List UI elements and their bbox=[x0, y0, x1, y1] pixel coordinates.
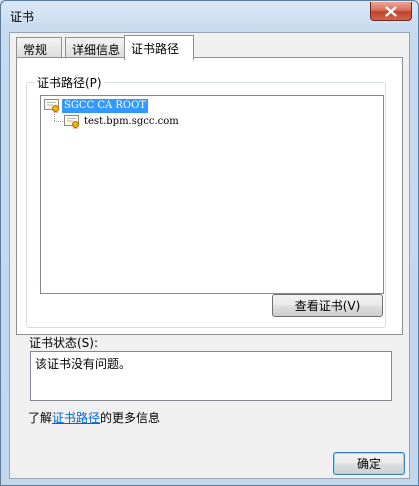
tab-details-label: 详细信息 bbox=[72, 43, 121, 57]
leaf-cert-label: test.bpm.sgcc.com bbox=[84, 116, 179, 127]
certificate-status-label: 证书状态(S): bbox=[29, 336, 99, 350]
ok-button[interactable]: 确定 bbox=[333, 452, 405, 475]
root-cert-label: SGCC CA ROOT bbox=[62, 99, 148, 113]
tab-general-label: 常规 bbox=[23, 43, 48, 57]
tab-certification-path[interactable]: 证书路径 bbox=[124, 35, 194, 60]
tab-certification-path-label: 证书路径 bbox=[131, 42, 180, 56]
tab-general[interactable]: 常规 bbox=[16, 37, 62, 59]
title-bar[interactable]: 证书 bbox=[1, 1, 418, 31]
window-title: 证书 bbox=[10, 10, 35, 24]
certificate-status-box[interactable]: 该证书没有问题。 bbox=[30, 351, 392, 401]
tab-details[interactable]: 详细信息 bbox=[65, 37, 127, 59]
learn-more-prefix: 了解 bbox=[28, 411, 53, 425]
close-button[interactable] bbox=[370, 2, 412, 21]
certificate-icon bbox=[44, 99, 59, 113]
dialog-client-area: 常规 详细信息 证书路径 证书路径(P) SGCC CA ROOT test.b… bbox=[9, 32, 410, 479]
certification-path-tree[interactable]: SGCC CA ROOT test.bpm.sgcc.com bbox=[40, 95, 384, 294]
close-icon bbox=[385, 5, 397, 17]
certification-path-group-label: 证书路径(P) bbox=[35, 74, 104, 91]
tree-node-leaf-cert[interactable]: test.bpm.sgcc.com bbox=[64, 114, 181, 130]
tree-connector-horizontal bbox=[54, 121, 63, 122]
certificate-status-text: 该证书没有问题。 bbox=[35, 357, 132, 371]
view-certificate-button[interactable]: 查看证书(V) bbox=[272, 294, 383, 317]
certification-path-panel: 证书路径(P) SGCC CA ROOT test.bpm.sgcc.com 查… bbox=[16, 57, 403, 335]
learn-more-line: 了解证书路径的更多信息 bbox=[28, 409, 160, 426]
certificate-icon bbox=[64, 115, 79, 129]
certification-path-link[interactable]: 证书路径 bbox=[52, 411, 100, 425]
certificate-dialog: 证书 常规 详细信息 证书路径 证书路径(P) SGCC CA ROOT tes… bbox=[0, 0, 419, 486]
learn-more-suffix: 的更多信息 bbox=[100, 411, 161, 425]
tree-node-root-cert[interactable]: SGCC CA ROOT bbox=[44, 98, 148, 114]
